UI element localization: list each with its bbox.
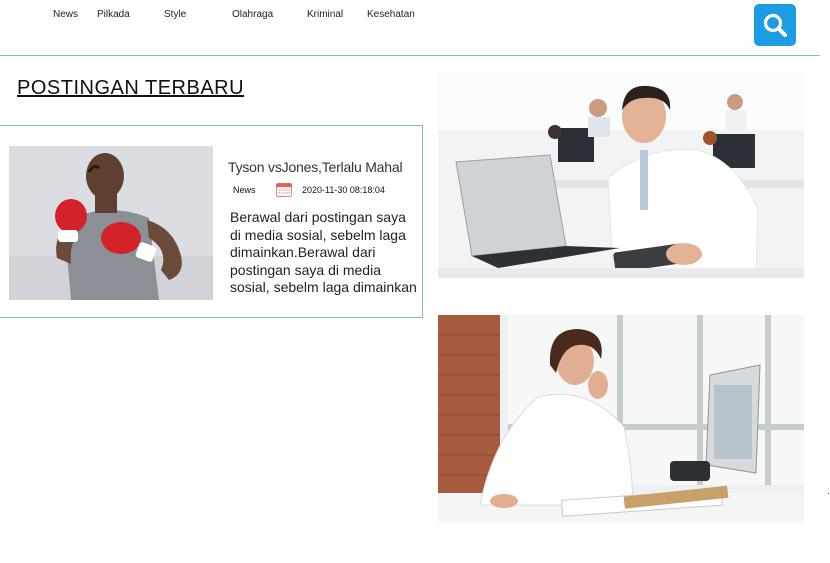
woman-phone-call-photo[interactable]: [438, 315, 804, 522]
post-category[interactable]: News: [233, 185, 256, 195]
search-button[interactable]: [754, 4, 796, 46]
post-excerpt: Berawal dari postingan saya di media sos…: [230, 209, 417, 295]
search-icon: [763, 13, 787, 37]
header-divider: [0, 55, 820, 56]
nav-item-style[interactable]: Style: [164, 9, 186, 20]
post-date: 2020-11-30 08:18:04: [302, 185, 385, 195]
nav-item-kesehatan[interactable]: Kesehatan: [367, 9, 415, 20]
office-worker-laptop-photo[interactable]: [438, 70, 804, 278]
calendar-icon: [276, 183, 292, 197]
top-nav: News Pilkada Style Olahraga Kriminal Kes…: [0, 0, 830, 55]
nav-item-kriminal[interactable]: Kriminal: [307, 9, 343, 20]
section-title: POSTINGAN TERBARU: [17, 77, 245, 99]
nav-item-news[interactable]: News: [53, 9, 78, 20]
post-title[interactable]: Tyson vsJones,Terlalu Mahal: [228, 159, 403, 175]
post-thumbnail[interactable]: [9, 146, 213, 300]
post-card[interactable]: Tyson vsJones,Terlalu Mahal News 2020-11…: [0, 125, 423, 318]
nav-item-pilkada[interactable]: Pilkada: [97, 9, 130, 20]
nav-item-olahraga[interactable]: Olahraga: [232, 9, 273, 20]
